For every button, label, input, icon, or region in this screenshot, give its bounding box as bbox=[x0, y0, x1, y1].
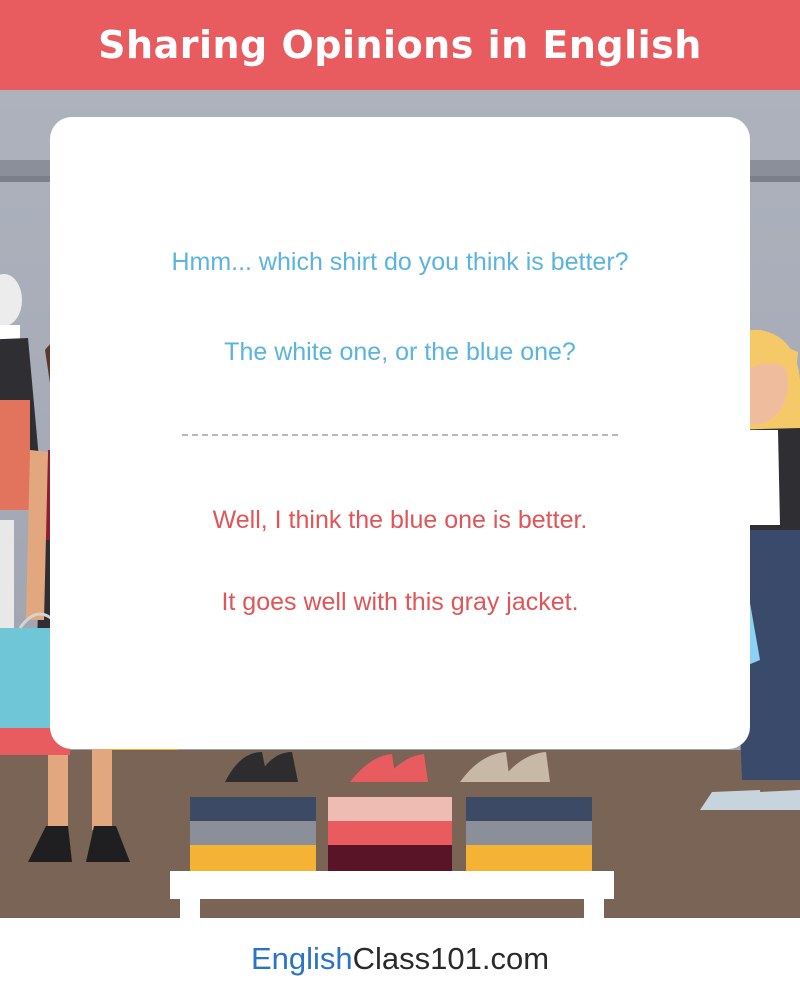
brand-name-part-2: Class101.com bbox=[352, 941, 550, 976]
header-banner: Sharing Opinions in English bbox=[0, 0, 800, 90]
dialogue-card bbox=[50, 117, 750, 749]
footer-brand[interactable]: English Class101.com bbox=[0, 918, 800, 1000]
answer-line-2: It goes well with this gray jacket. bbox=[221, 588, 579, 616]
dialogue-divider bbox=[182, 434, 618, 436]
page-title: Sharing Opinions in English bbox=[98, 23, 702, 67]
folded-clothes-icon bbox=[190, 797, 592, 871]
brand-name-part-1: English bbox=[250, 941, 353, 976]
question-line-2: The white one, or the blue one? bbox=[224, 338, 576, 366]
question-line-1: Hmm... which shirt do you think is bette… bbox=[171, 248, 629, 276]
answer-line-1: Well, I think the blue one is better. bbox=[212, 506, 588, 534]
